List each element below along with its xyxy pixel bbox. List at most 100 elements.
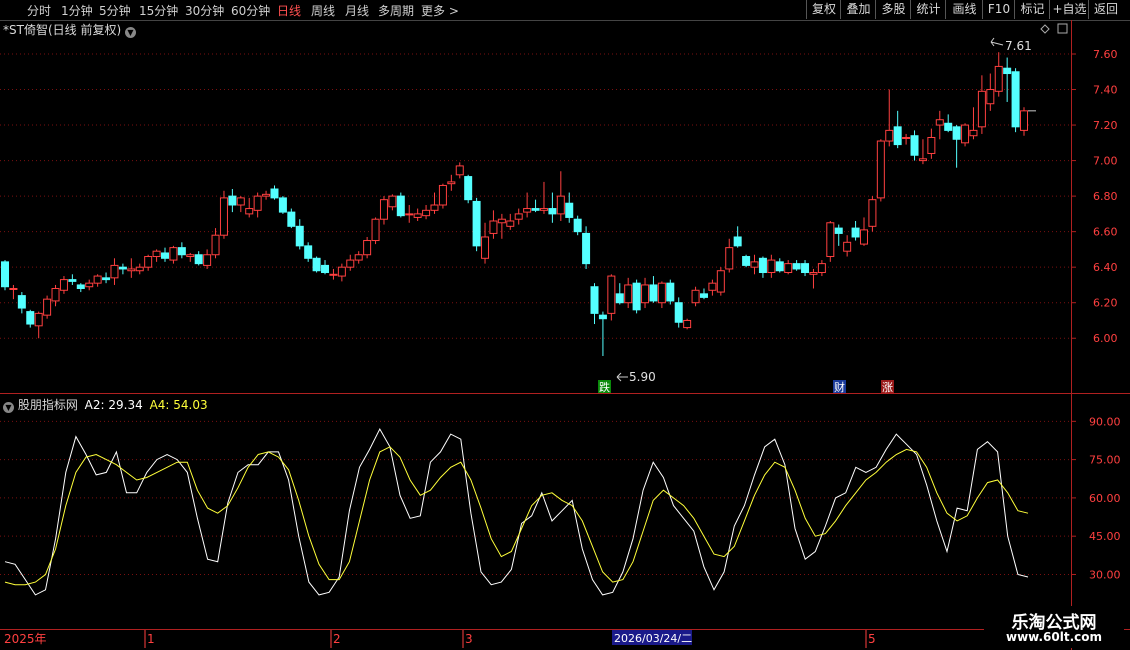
candle [405,205,414,223]
candle [742,254,751,268]
candle [834,224,843,246]
candle [379,196,388,225]
candle [1,260,9,291]
candle [59,276,68,294]
candle [1003,57,1012,102]
candle [607,274,616,321]
indicator-line-a4 [4,446,1029,586]
date-axis: 2025年 1 2 3 5 2026/03/24/二 [4,630,876,648]
candle [110,258,119,285]
candle [969,107,978,140]
candle [624,277,633,309]
candle [481,222,490,264]
candle [127,258,136,278]
candle [295,219,304,250]
candle [935,110,944,140]
stock-chart[interactable]: 6.00 6.20 6.40 6.60 6.80 7.00 7.20 7.40 7.60 30.0… [0,0,1130,650]
candle [388,194,397,211]
price-tick-label: 7.00 [1093,155,1118,168]
candle [321,260,330,275]
candle [93,274,102,287]
candle [716,267,725,296]
indicator-tick-label: 60.00 [1089,492,1121,505]
candle [598,311,607,357]
candle [85,279,94,291]
candle [902,133,911,145]
candle [531,199,540,213]
candle [455,162,464,179]
indicator-series [4,427,1029,596]
candle [68,274,77,285]
indicator-tick-label: 45.00 [1089,530,1121,543]
candle [211,228,220,259]
minimize-icon[interactable] [1057,23,1068,34]
candle [733,226,742,248]
price-tick-label: 6.00 [1093,332,1118,345]
candle [118,263,127,275]
price-tick-label: 6.40 [1093,261,1118,274]
candle [144,254,153,271]
finance-marker[interactable]: 财 [834,380,845,394]
candle [1011,68,1020,133]
candle [337,263,346,282]
price-axis: 6.00 6.20 6.40 6.60 6.80 7.00 7.20 7.40 7.60 30.0… [1071,48,1121,581]
candle [817,260,826,277]
candle [312,256,321,273]
indicator-tick-label: 90.00 [1089,415,1121,428]
candle [245,197,254,218]
candle [506,213,515,230]
candle [51,284,60,307]
candle [304,242,313,262]
candle [893,110,902,149]
candle [548,192,557,223]
price-tick-label: 6.60 [1093,226,1118,239]
candle [203,249,212,269]
candle [556,171,565,221]
diamond-icon[interactable] [1040,24,1050,34]
candle [228,189,237,213]
candle [472,197,481,252]
candle [354,251,363,264]
low-label: 5.90 [629,370,656,384]
cursor-date: 2026/03/24/二 [614,632,692,645]
indicator-tick-label: 30.00 [1089,568,1121,581]
candle [649,276,658,303]
candle [270,185,279,200]
candle [565,192,574,223]
candle [582,226,591,269]
candle [851,220,860,241]
candle [489,210,498,239]
candle [102,272,111,284]
candle [918,139,927,165]
candlestick-series [1,52,1036,357]
candle [944,114,953,133]
candle [986,73,995,111]
candle [236,196,245,213]
candle [961,123,970,147]
candle [287,208,296,229]
candle [169,245,178,264]
rise-marker[interactable]: 涨 [882,381,893,394]
watermark: 乐淘公式网 www.60lt.com [984,606,1124,648]
candle [573,215,582,236]
candle [910,130,919,161]
candle [34,311,43,339]
fall-marker[interactable]: 跌 [599,380,610,394]
candle [76,283,85,293]
candle [725,238,734,273]
indicator-tick-label: 75.00 [1089,454,1121,467]
high-label: 7.61 [1005,39,1032,53]
price-tick-label: 6.20 [1093,297,1118,310]
price-tick-label: 6.80 [1093,190,1118,203]
candle [792,260,801,271]
price-tick-label: 7.60 [1093,48,1118,61]
candle [876,139,885,202]
candle [177,242,186,259]
month-label: 5 [868,632,876,646]
candle [826,220,835,262]
candle [422,205,431,220]
candle [329,268,338,280]
candle [699,288,708,300]
candle [691,286,700,307]
candle [775,258,784,273]
